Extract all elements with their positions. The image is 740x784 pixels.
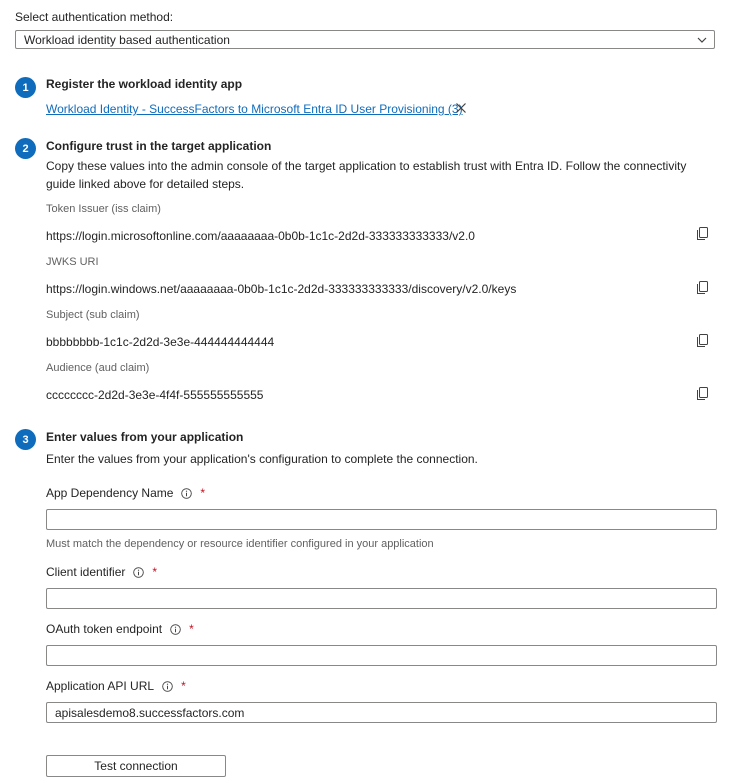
copy-icon[interactable]: [696, 281, 709, 295]
required-mark: *: [152, 565, 158, 579]
client-identifier-label: Client identifier *: [46, 565, 158, 579]
info-icon[interactable]: [133, 566, 145, 578]
info-icon[interactable]: [181, 487, 193, 499]
step-1-badge: 1: [15, 77, 36, 98]
copy-icon[interactable]: [696, 227, 709, 241]
auth-method-selected: Workload identity based authentication: [24, 33, 230, 47]
audience-claim-label: Audience (aud claim): [46, 362, 150, 374]
required-mark: *: [200, 486, 206, 500]
copy-icon[interactable]: [696, 387, 709, 401]
subject-claim-label: Subject (sub claim): [46, 309, 140, 321]
jwks-uri-value: https://login.windows.net/aaaaaaaa-0b0b-…: [46, 282, 517, 296]
client-identifier-input[interactable]: [46, 588, 717, 609]
step-3-badge: 3: [15, 429, 36, 450]
application-api-url-input[interactable]: [46, 702, 717, 723]
app-dependency-name-label: App Dependency Name *: [46, 486, 206, 500]
chevron-down-icon: [697, 37, 707, 43]
test-connection-button[interactable]: Test connection: [46, 755, 226, 777]
app-dependency-name-input[interactable]: [46, 509, 717, 530]
step-2-title: Configure trust in the target applicatio…: [46, 139, 272, 153]
auth-method-label: Select authentication method:: [15, 10, 174, 24]
app-dependency-name-hint: Must match the dependency or resource id…: [46, 538, 434, 550]
step-3-title: Enter values from your application: [46, 430, 244, 444]
required-mark: *: [181, 679, 186, 693]
required-mark: *: [189, 622, 194, 636]
oauth-token-endpoint-input[interactable]: [46, 645, 717, 666]
audience-claim-value: cccccccc-2d2d-3e3e-4f4f-555555555555: [46, 388, 264, 402]
step-2-badge: 2: [15, 138, 36, 159]
auth-method-dropdown[interactable]: Workload identity based authentication: [15, 30, 715, 49]
workload-identity-app-link[interactable]: Workload Identity - SuccessFactors to Mi…: [46, 102, 463, 116]
oauth-token-endpoint-label: OAuth token endpoint *: [46, 622, 194, 636]
token-issuer-label: Token Issuer (iss claim): [46, 203, 161, 215]
application-api-url-label: Application API URL *: [46, 679, 186, 693]
step-3-description: Enter the values from your application's…: [46, 452, 478, 466]
info-icon[interactable]: [170, 623, 181, 635]
copy-icon[interactable]: [696, 334, 709, 348]
close-icon[interactable]: [455, 102, 467, 114]
step-2-description: Copy these values into the admin console…: [46, 159, 687, 191]
jwks-uri-label: JWKS URI: [46, 256, 99, 268]
info-icon[interactable]: [162, 680, 173, 692]
token-issuer-value: https://login.microsoftonline.com/aaaaaa…: [46, 229, 475, 243]
step-1-title: Register the workload identity app: [46, 77, 243, 91]
subject-claim-value: bbbbbbbb-1c1c-2d2d-3e3e-444444444444: [46, 335, 275, 349]
